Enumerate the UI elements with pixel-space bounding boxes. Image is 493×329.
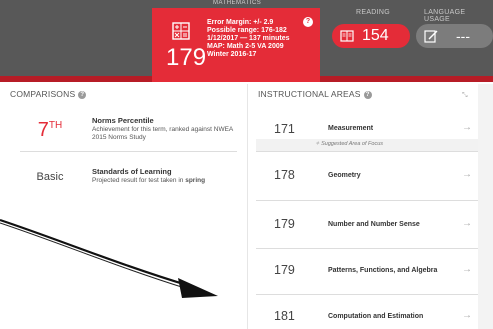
test-date: 1/12/2017 — 137 minutes [207,35,290,42]
area-score: 181 [274,309,295,323]
sol-value: Basic [36,171,64,183]
area-name: Computation and Estimation [328,313,424,320]
math-score: 179 [166,44,207,71]
annotation-arrow [0,218,218,298]
area-score: 171 [274,122,295,136]
test-name: MAP: Math 2-5 VA 2009 [207,43,284,50]
area-row-computation-estimation[interactable]: 181 Computation and Estimation → [256,295,478,329]
error-margin: Error Margin: +/- 2.9 [207,19,274,26]
column-divider [247,84,248,329]
area-row-geometry[interactable]: 178 Geometry → [256,152,478,199]
area-row-measurement[interactable]: 171 Measurement → [256,110,478,139]
area-score: 178 [274,168,295,182]
area-name: Geometry [328,172,361,179]
help-icon[interactable]: ? [363,91,372,99]
reading-score: 154 [362,27,389,44]
area-score: 179 [274,217,295,231]
help-icon[interactable]: ? [78,91,87,99]
area-name: Number and Number Sense [328,221,420,228]
arrow-right-icon: → [462,218,472,229]
arrow-right-icon: → [462,310,472,321]
area-row-patterns-functions-algebra[interactable]: 179 Patterns, Functions, and Algebra → [256,249,478,293]
reading-label: READING [356,9,390,16]
instructional-areas-title: INSTRUCTIONAL AREAS? [258,89,372,99]
standards-of-learning-row: Basic Standards of Learning Projected re… [20,160,237,196]
sol-desc: Projected result for test taken in sprin… [92,177,206,184]
norms-percentile-row: 7TH Norms Percentile Achievement for thi… [20,110,237,150]
comparisons-divider [20,151,237,152]
term: Winter 2016-17 [207,51,257,58]
help-icon[interactable]: ? [303,17,313,27]
language-score: --- [456,28,470,44]
collapse-icon[interactable]: ⤡ [462,92,472,100]
language-label: LANGUAGE USAGE [424,9,466,23]
book-icon [340,30,354,42]
right-gutter [478,84,493,329]
calculator-icon [172,22,190,40]
area-score: 179 [274,263,295,277]
norms-percentile-desc-2: 2015 Norms Study [92,134,146,141]
possible-range: Possible range: 176-182 [207,27,287,34]
sol-title: Standards of Learning [92,167,172,176]
language-score-pill[interactable]: --- [416,24,493,48]
norms-percentile-desc-1: Achievement for this term, ranked agains… [92,126,234,133]
pencil-icon [424,30,438,43]
subject-title: MATHEMATICS [213,0,262,6]
math-score-details: Error Margin: +/- 2.9 Possible range: 17… [207,19,290,59]
arrow-right-icon: → [462,169,472,180]
norms-percentile-title: Norms Percentile [92,116,154,125]
comparisons-section-title: COMPARISONS? [10,89,87,99]
area-name: Measurement [328,125,374,132]
arrow-right-icon: → [462,122,472,133]
math-score-card[interactable]: 179 Error Margin: +/- 2.9 Possible range… [152,8,320,82]
suggested-focus-label: ✧ Suggested Area of Focus [315,141,384,147]
percentile-value: 7TH [37,119,63,141]
arrow-right-icon: → [462,264,472,275]
area-row-number-sense[interactable]: 179 Number and Number Sense → [256,201,478,248]
area-name: Patterns, Functions, and Algebra [328,267,438,274]
reading-score-pill[interactable]: 154 [332,24,410,48]
